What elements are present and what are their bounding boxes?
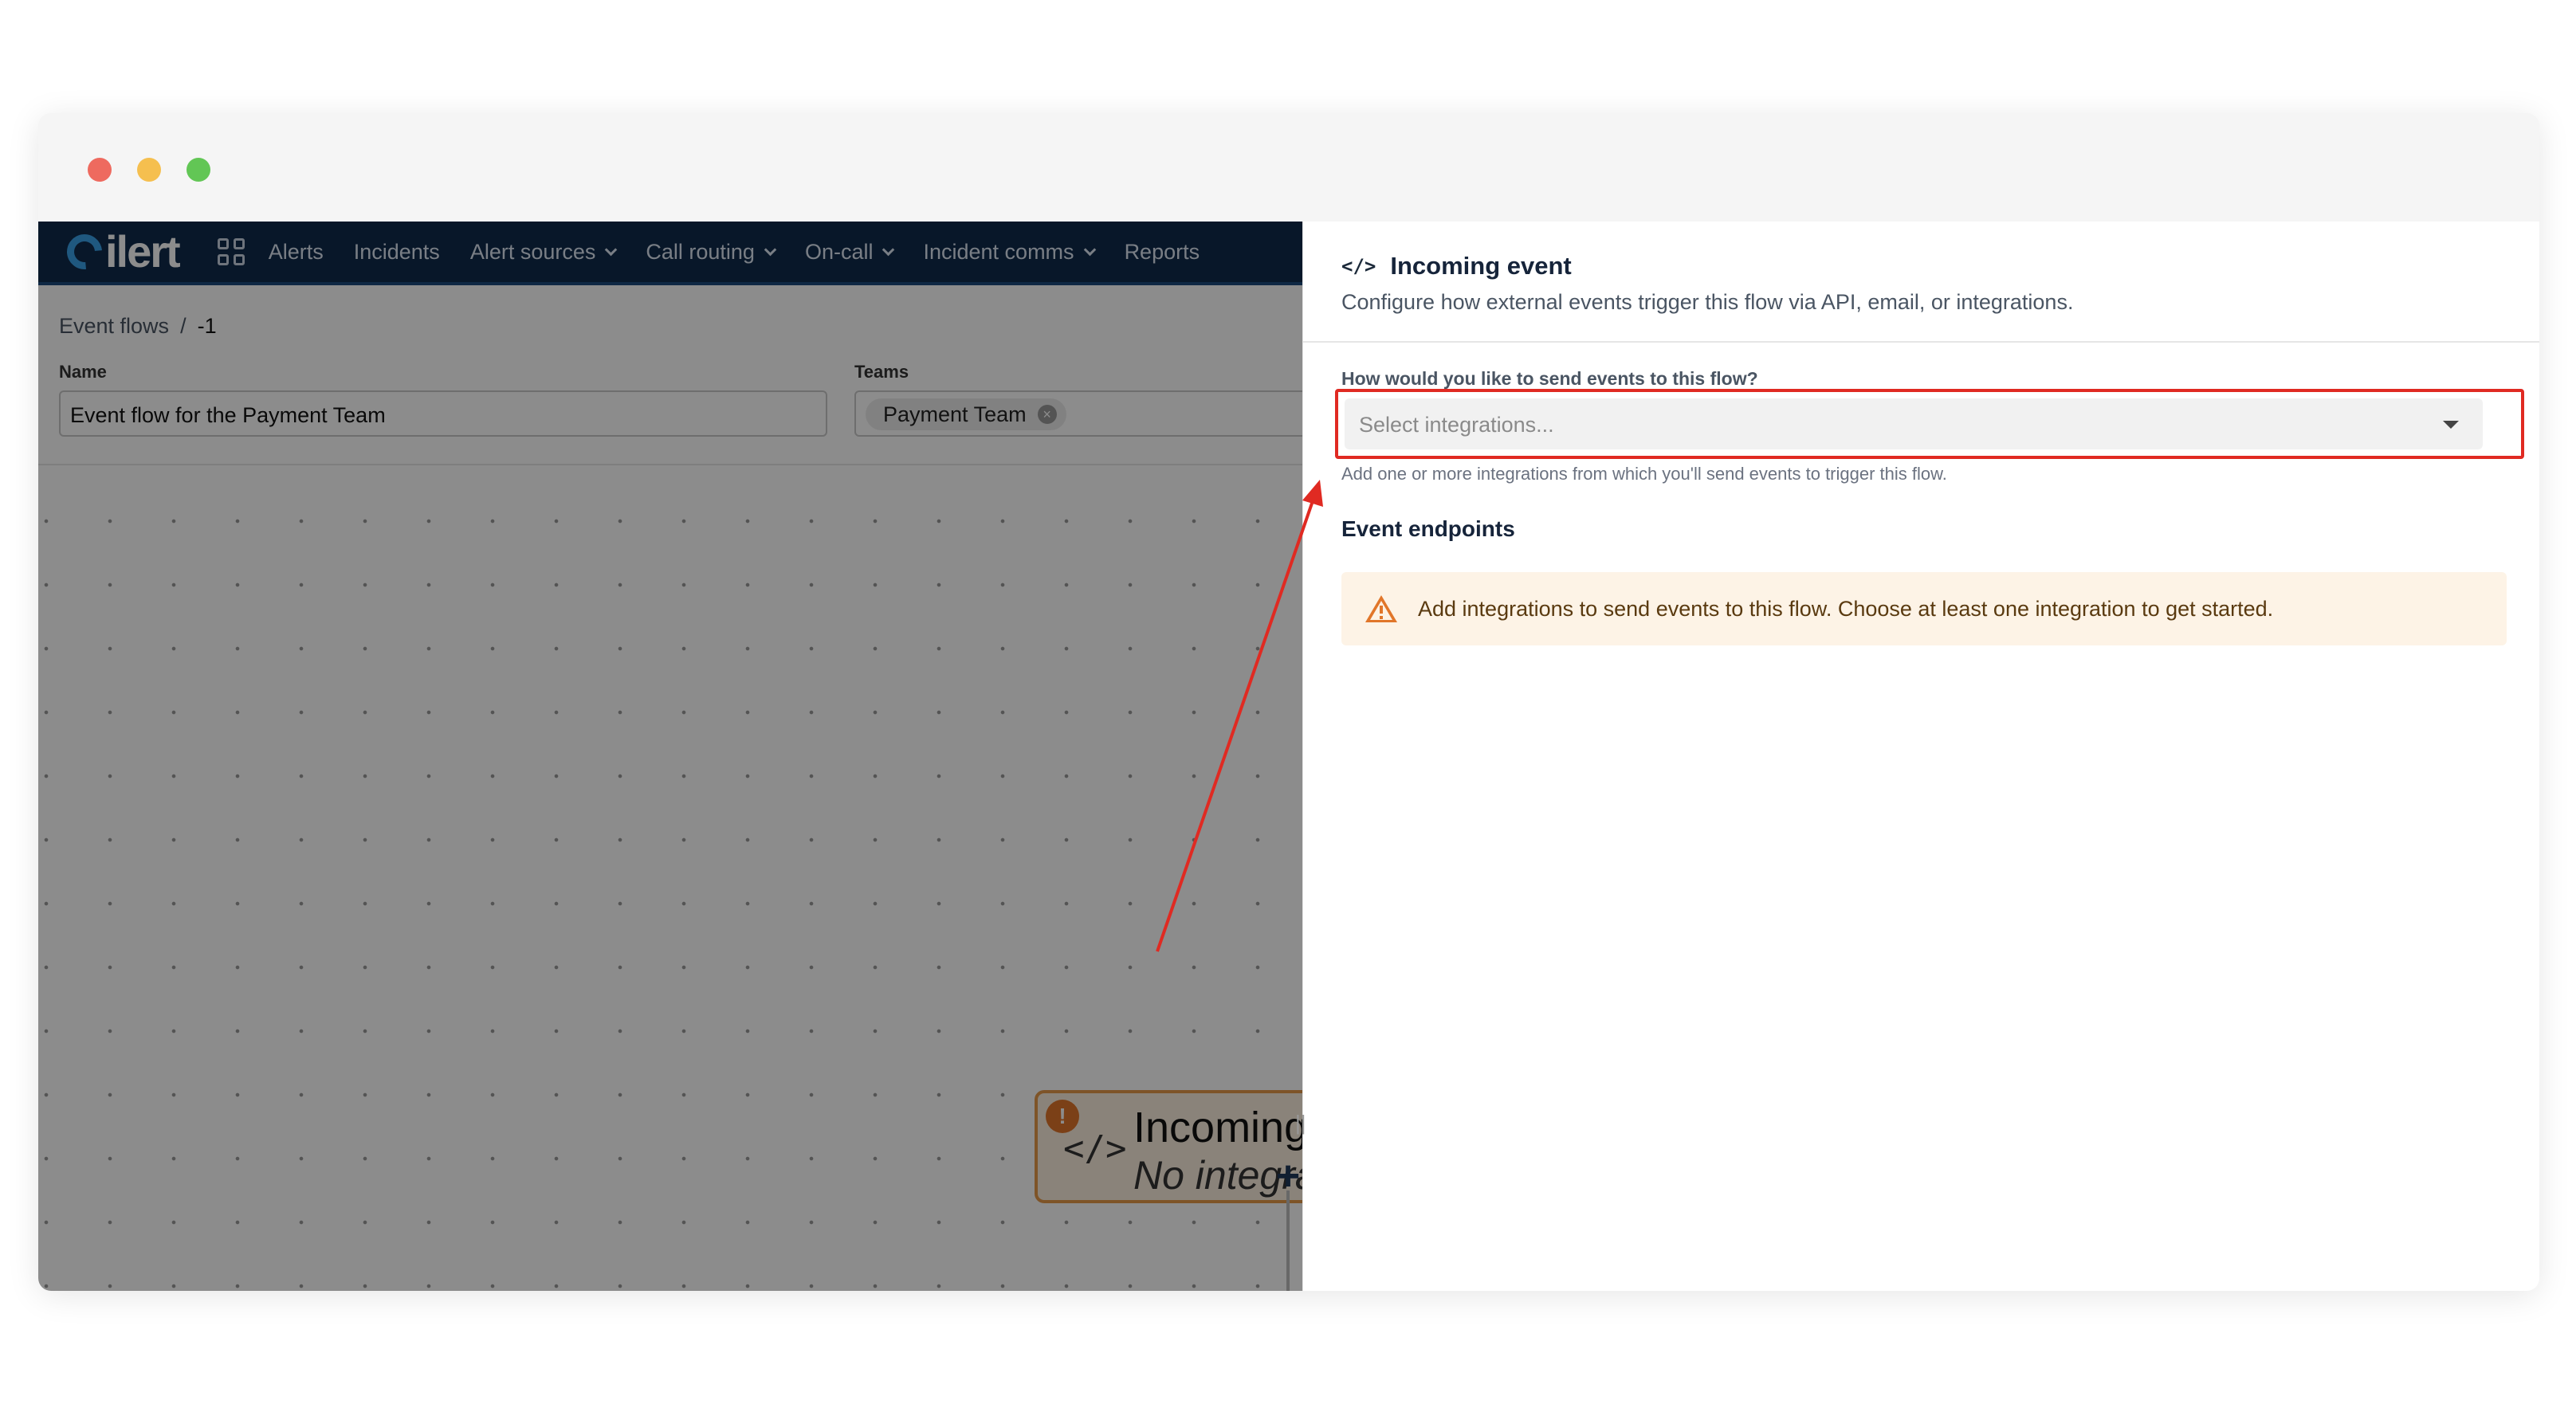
warning-alert: Add integrations to send events to this … <box>1341 572 2507 645</box>
panel-header: </> Incoming event Configure how externa… <box>1303 222 2539 343</box>
integrations-help-text: Add one or more integrations from which … <box>1341 464 1947 484</box>
minimize-window-button[interactable] <box>137 158 161 182</box>
event-endpoints-title: Event endpoints <box>1341 516 1515 541</box>
integrations-question-label: How would you like to send events to thi… <box>1341 368 1758 389</box>
code-icon: </> <box>1341 255 1376 277</box>
resize-handle-icon[interactable]: || <box>1295 1111 1306 1135</box>
highlight-box <box>1335 389 2524 459</box>
maximize-window-button[interactable] <box>187 158 210 182</box>
app-background: ilert Alerts Incidents Alert sources Cal… <box>38 222 1302 1291</box>
panel-description: Configure how external events trigger th… <box>1341 290 2074 314</box>
modal-overlay[interactable] <box>38 222 1302 1291</box>
warning-triangle-icon <box>1365 595 1397 622</box>
browser-window: ilert Alerts Incidents Alert sources Cal… <box>38 113 2539 1291</box>
alert-message: Add integrations to send events to this … <box>1418 596 2274 621</box>
incoming-event-panel: || </> Incoming event Configure how exte… <box>1295 222 2539 1291</box>
close-window-button[interactable] <box>88 158 112 182</box>
panel-title: Incoming event <box>1390 252 1572 280</box>
window-titlebar <box>38 113 2539 222</box>
